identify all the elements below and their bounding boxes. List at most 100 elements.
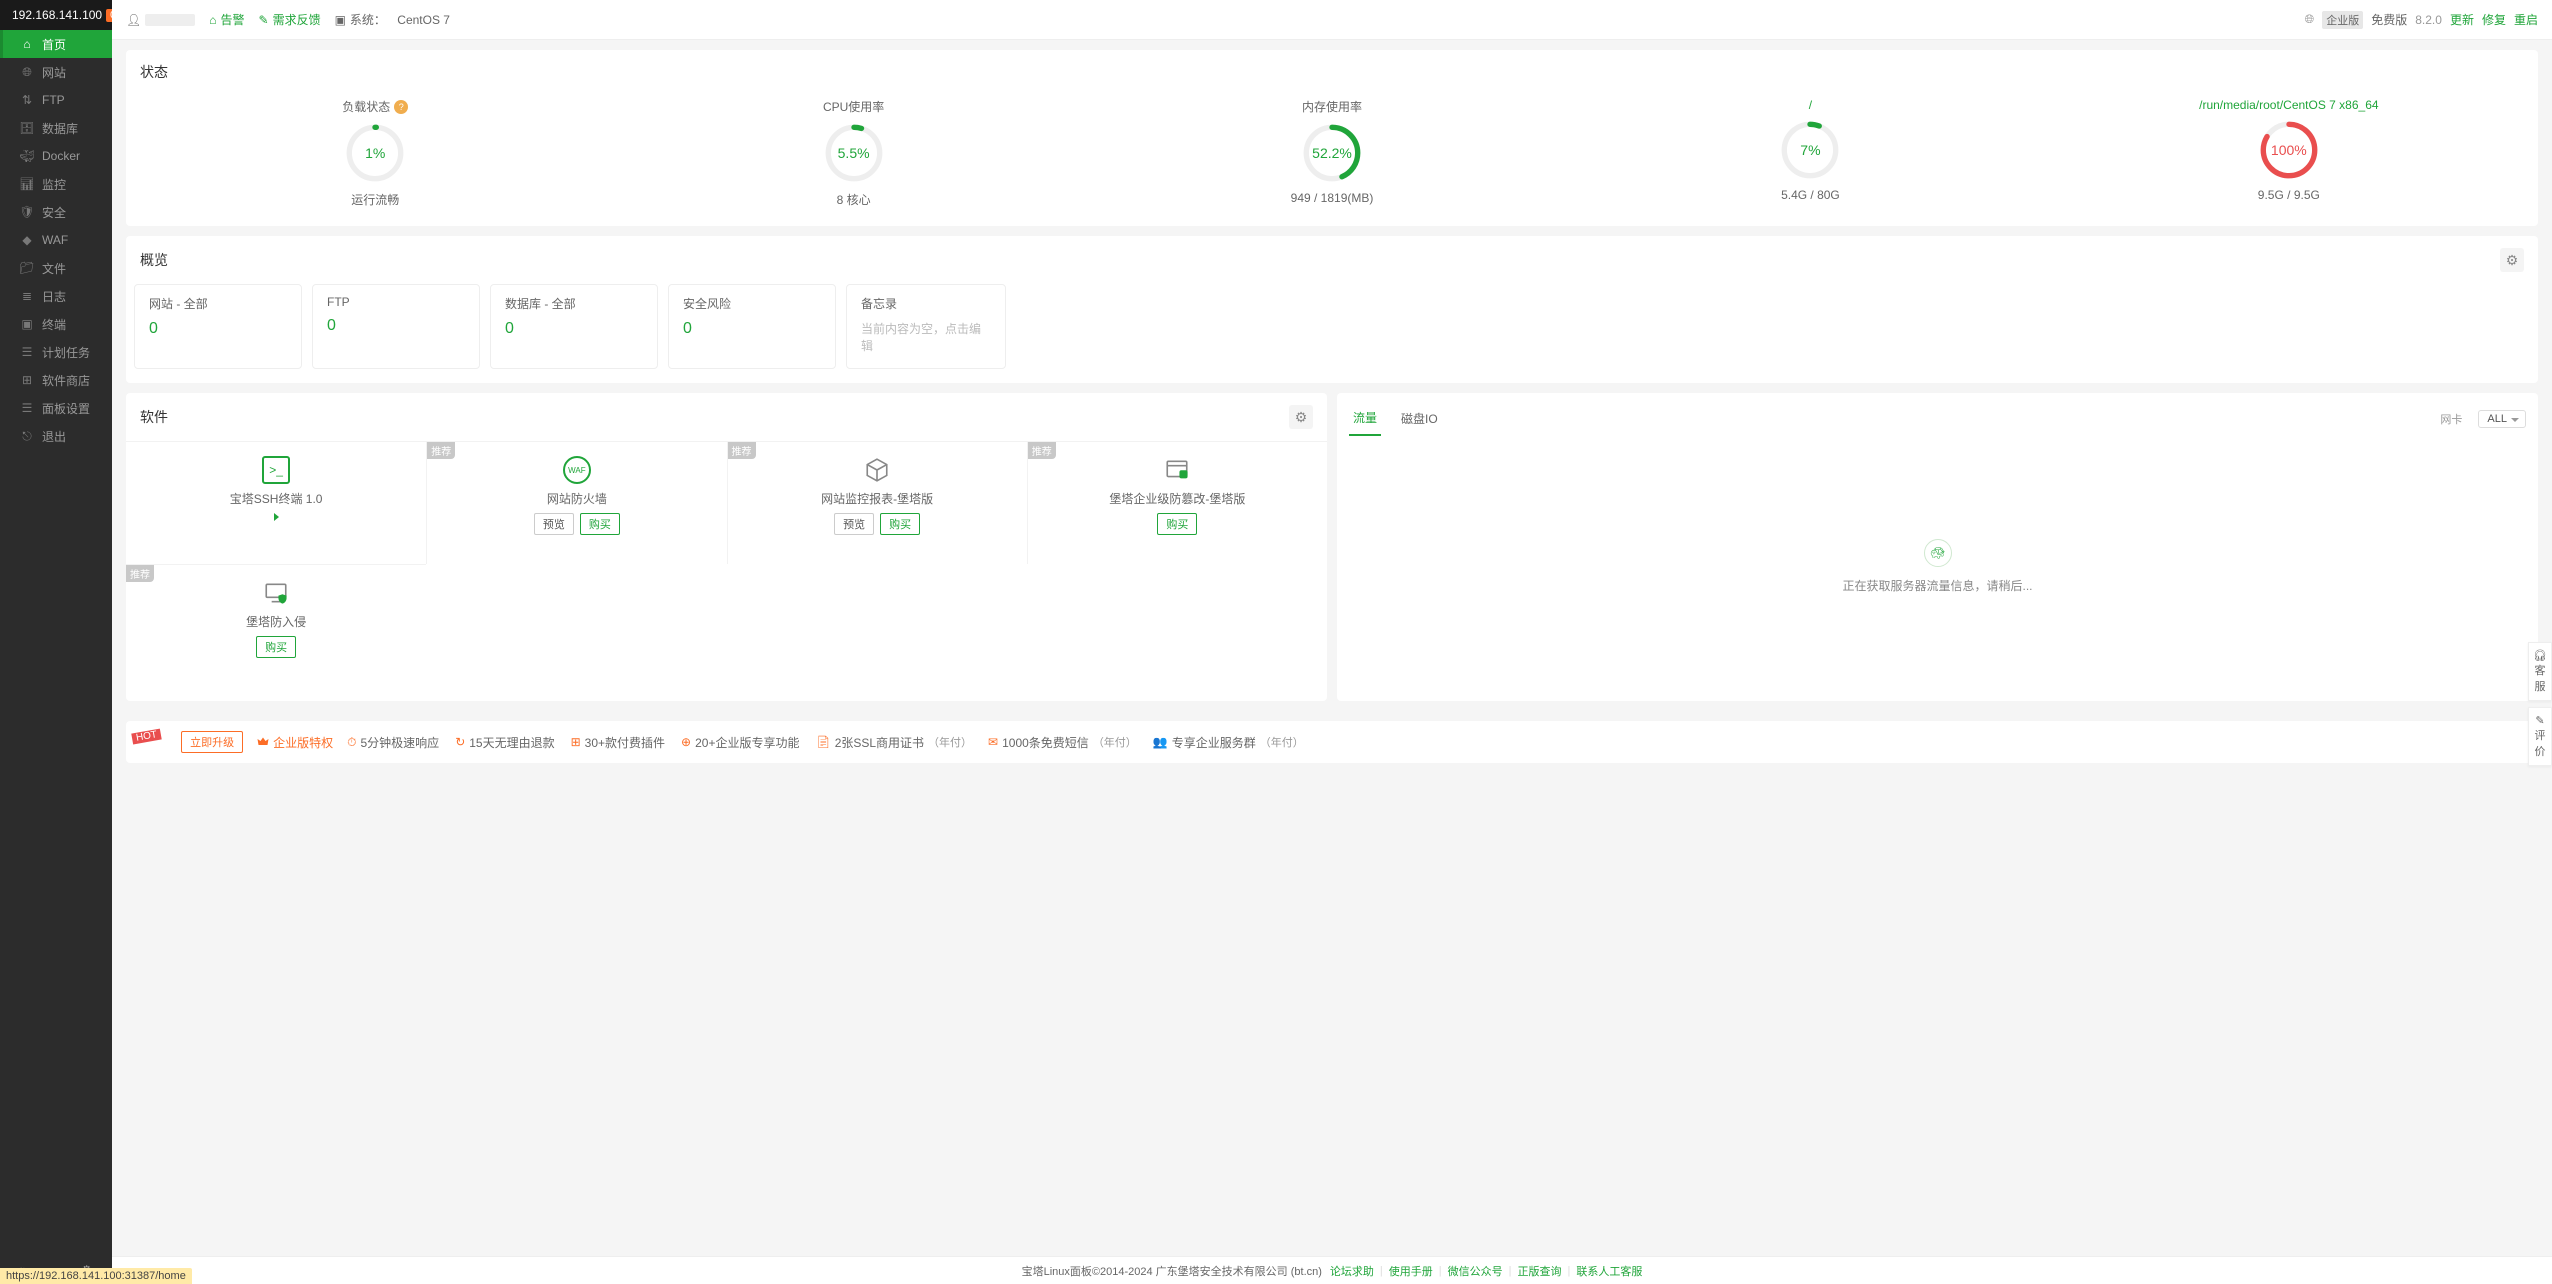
nav-ftp[interactable]: ⇅FTP <box>0 86 112 114</box>
footer: 宝塔Linux面板©2014-2024 广东堡塔安全技术有限公司 (bt.cn)… <box>112 1256 2552 1284</box>
repair-link[interactable]: 修复 <box>2482 11 2506 28</box>
promo-item-0[interactable]: ⏱5分钟极速响应 <box>347 734 439 751</box>
nav-home[interactable]: ⌂首页 <box>0 30 112 58</box>
db-icon: 🗄︎ <box>20 121 34 135</box>
promo-icon: 👥 <box>1153 735 1168 749</box>
server-ip: 192.168.141.100 <box>12 8 102 22</box>
nav-site[interactable]: 🌐︎网站 <box>0 58 112 86</box>
buy-button[interactable]: 购买 <box>880 513 920 535</box>
promo-icon: ⏱ <box>347 735 356 750</box>
gauge-ring: 1% <box>345 123 405 183</box>
play-indicator <box>274 513 279 521</box>
nav-logout[interactable]: ⎋退出 <box>0 422 112 450</box>
software-item-0[interactable]: >_ 宝塔SSH终端 1.0 <box>126 441 426 564</box>
buy-button[interactable]: 购买 <box>1157 513 1197 535</box>
gauge-ring: 7% <box>1780 120 1840 180</box>
restart-link[interactable]: 重启 <box>2514 11 2538 28</box>
terminal-app-icon: >_ <box>262 456 290 484</box>
gauge-1[interactable]: CPU使用率 5.5% 8 核心 <box>614 98 1092 208</box>
crown-icon <box>257 736 269 748</box>
home-icon: ⌂ <box>20 37 34 51</box>
footer-link-0[interactable]: 论坛求助 <box>1330 1263 1374 1279</box>
footer-link-4[interactable]: 联系人工客服 <box>1576 1263 1642 1279</box>
buy-button[interactable]: 购买 <box>580 513 620 535</box>
nav-docker[interactable]: 🐳︎Docker <box>0 142 112 170</box>
update-link[interactable]: 更新 <box>2450 11 2474 28</box>
cs-button[interactable]: 🎧︎客服 <box>2528 642 2552 701</box>
panel-icon: ☰ <box>20 401 34 415</box>
software-panel: 软件⚙ >_ 宝塔SSH终端 1.0 推荐 WAF 网站防火墙 预览 购买 推荐… <box>126 393 1327 701</box>
gauge-3[interactable]: / 7% 5.4G / 80G <box>1571 98 2049 208</box>
nav-settings[interactable]: ☰面板设置 <box>0 394 112 422</box>
empty-cell <box>1027 564 1327 687</box>
nav-waf[interactable]: ◆WAF <box>0 226 112 254</box>
net-select[interactable]: ALL <box>2478 410 2526 428</box>
buy-button[interactable]: 购买 <box>256 636 296 658</box>
nav-db[interactable]: 🗄︎数据库 <box>0 114 112 142</box>
status-title: 状态 <box>140 62 168 82</box>
nav-files[interactable]: 📁︎文件 <box>0 254 112 282</box>
user-menu[interactable]: 👤︎ <box>126 13 195 27</box>
promo-item-4[interactable]: 📄︎2张SSL商用证书（年付） <box>815 734 972 751</box>
nav-store[interactable]: ⊞软件商店 <box>0 366 112 394</box>
software-item-1[interactable]: 推荐 WAF 网站防火墙 预览 购买 <box>426 441 726 564</box>
footer-link-3[interactable]: 正版查询 <box>1518 1263 1562 1279</box>
gauge-title: 负载状态? <box>342 98 408 115</box>
promo-item-6[interactable]: 👥专享企业服务群（年付） <box>1153 734 1304 751</box>
footer-link-2[interactable]: 微信公众号 <box>1448 1263 1503 1279</box>
gauge-2[interactable]: 内存使用率 52.2% 949 / 1819(MB) <box>1093 98 1571 208</box>
overview-card-1[interactable]: FTP 0 <box>312 284 480 369</box>
gauge-title: / <box>1809 98 1812 112</box>
promo-item-1[interactable]: ↻15天无理由退款 <box>455 734 554 751</box>
feedback-link[interactable]: ✎需求反馈 <box>259 11 321 28</box>
nav-security[interactable]: 🛡︎安全 <box>0 198 112 226</box>
footer-link-1[interactable]: 使用手册 <box>1389 1263 1433 1279</box>
nav-logs[interactable]: ≣日志 <box>0 282 112 310</box>
review-button[interactable]: ✎评价 <box>2528 707 2552 766</box>
topbar: 👤︎ ⌂告警 ✎需求反馈 ▣系统： CentOS 7 🌐︎ 企业版 免费版 8.… <box>112 0 2552 40</box>
hot-badge: HOT <box>131 728 162 744</box>
play-icon <box>274 513 279 521</box>
tab-diskio[interactable]: 磁盘IO <box>1397 402 1442 435</box>
overview-card-2[interactable]: 数据库 - 全部 0 <box>490 284 658 369</box>
software-settings-button[interactable]: ⚙ <box>1289 405 1313 429</box>
globe-icon: 🌐︎ <box>2305 12 2315 27</box>
chart-icon: 📊︎ <box>20 177 34 191</box>
preview-button[interactable]: 预览 <box>534 513 574 535</box>
promo-icon: ⊕ <box>681 735 691 749</box>
nav-cron[interactable]: ☰计划任务 <box>0 338 112 366</box>
promo-item-5[interactable]: ✉1000条免费短信（年付） <box>988 734 1137 751</box>
alarm-link[interactable]: ⌂告警 <box>209 11 244 28</box>
promo-item-2[interactable]: ⊞30+款付费插件 <box>571 734 665 751</box>
status-url-tip: https://192.168.141.100:31387/home <box>0 1268 192 1284</box>
nav-terminal[interactable]: ▣终端 <box>0 310 112 338</box>
software-item-4[interactable]: 推荐 堡塔防入侵 购买 <box>126 564 426 687</box>
overview-card-0[interactable]: 网站 - 全部 0 <box>134 284 302 369</box>
cube-icon <box>863 456 891 484</box>
software-name: 宝塔SSH终端 1.0 <box>230 490 323 507</box>
waf-icon: ◆ <box>20 233 34 247</box>
software-item-2[interactable]: 推荐 网站监控报表-堡塔版 预览 购买 <box>727 441 1027 564</box>
edition-badge: 企业版 <box>2322 11 2363 29</box>
preview-button[interactable]: 预览 <box>834 513 874 535</box>
gauge-ring: 5.5% <box>824 123 884 183</box>
os-icon: ▣ <box>335 13 346 27</box>
promo-item-3[interactable]: ⊕20+企业版专享功能 <box>681 734 799 751</box>
software-item-3[interactable]: 推荐 堡塔企业级防篡改-堡塔版 购买 <box>1027 441 1327 564</box>
traffic-panel: 流量 磁盘IO 网卡 ALL 🐢︎ 正在获取服务器流量信息，请稍后... <box>1337 393 2538 701</box>
memo-card[interactable]: 备忘录 当前内容为空，点击编辑 <box>846 284 1006 369</box>
upgrade-button[interactable]: 立即升级 <box>181 731 243 753</box>
float-buttons: 🎧︎客服 ✎评价 <box>2528 642 2552 766</box>
card-title: 网站 - 全部 <box>149 295 287 312</box>
cron-icon: ☰ <box>20 345 34 359</box>
nav-monitor[interactable]: 📊︎监控 <box>0 170 112 198</box>
gauge-0[interactable]: 负载状态? 1% 运行流畅 <box>136 98 614 208</box>
tab-traffic[interactable]: 流量 <box>1349 401 1381 436</box>
help-icon[interactable]: ? <box>394 100 408 114</box>
card-value: 0 <box>505 320 643 338</box>
gauge-4[interactable]: /run/media/root/CentOS 7 x86_64 100% 9.5… <box>2050 98 2528 208</box>
overview-settings-button[interactable]: ⚙ <box>2500 248 2524 272</box>
overview-card-3[interactable]: 安全风险 0 <box>668 284 836 369</box>
gauge-sub: 5.4G / 80G <box>1781 188 1840 202</box>
gauge-value: 1% <box>345 123 405 183</box>
